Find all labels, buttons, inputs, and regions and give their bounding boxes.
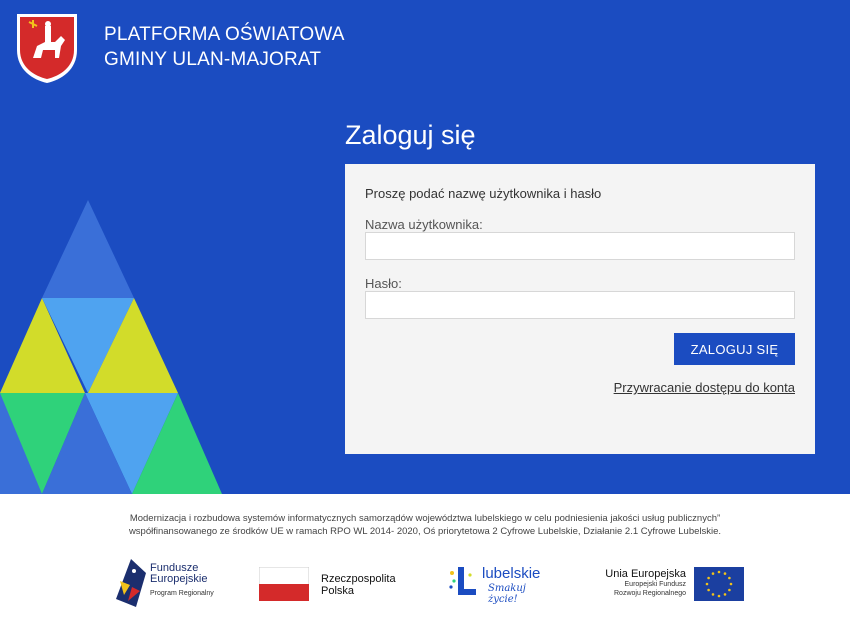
password-label: Hasło: <box>365 276 402 291</box>
funding-note: Modernizacja i rozbudowa systemów inform… <box>0 512 850 538</box>
ue-subtitle-line1: Europejski Fundusz <box>624 581 686 588</box>
platform-title-line1: PLATFORMA OŚWIATOWA <box>104 24 345 45</box>
username-label: Nazwa użytkownika: <box>365 217 483 232</box>
triangle-top <box>42 200 134 298</box>
lubelskie-logo: lubelskie Smakuj życie! <box>448 555 558 611</box>
funding-logos: Fundusze Europejskie Program Regionalny … <box>0 555 850 615</box>
funding-note-line2: współfinansowanego ze środków UE w ramac… <box>128 526 722 537</box>
rp-name-line1: Rzeczpospolita <box>321 573 396 585</box>
rzeczpospolita-polska-logo: Rzeczpospolita Polska <box>259 555 419 611</box>
platform-title-line2: GMINY ULAN-MAJORAT <box>104 49 322 70</box>
eu-flag-icon <box>694 567 744 601</box>
platform-title: PLATFORMA OŚWIATOWA GMINY ULAN-MAJORAT <box>104 22 345 72</box>
funding-note-line1: Modernizacja i rozbudowa systemów inform… <box>129 513 721 524</box>
rp-name-line2: Polska <box>321 585 355 597</box>
lubelskie-slogan: Smakuj życie! <box>488 583 526 605</box>
recover-access-link[interactable]: Przywracanie dostępu do konta <box>614 380 795 395</box>
login-prompt: Proszę podać nazwę użytkownika i hasło <box>365 186 602 201</box>
fe-subtitle: Program Regionalny <box>150 590 214 597</box>
coat-of-arms-icon <box>17 14 77 83</box>
fe-name-line2: Europejskie <box>150 573 208 585</box>
ue-subtitle-line2: Rozwoju Regionalnego <box>614 590 686 597</box>
login-form: Proszę podać nazwę użytkownika i hasło N… <box>345 164 815 454</box>
login-heading: Zaloguj się <box>345 120 476 150</box>
lubelskie-name: lubelskie <box>482 565 541 582</box>
hero-banner: PLATFORMA OŚWIATOWA GMINY ULAN-MAJORAT Z… <box>0 0 850 494</box>
ue-name: Unia Europejska <box>605 568 686 580</box>
username-input[interactable] <box>365 232 795 260</box>
fundusze-europejskie-logo: Fundusze Europejskie Program Regionalny <box>116 555 236 611</box>
password-input[interactable] <box>365 291 795 319</box>
polish-flag-icon <box>259 567 309 601</box>
lubelskie-icon <box>449 567 476 595</box>
fundusze-europejskie-icon <box>116 559 146 607</box>
login-button[interactable]: ZALOGUJ SIĘ <box>674 333 795 365</box>
unia-europejska-logo: Unia Europejska Europejski Fundusz Rozwo… <box>594 555 746 611</box>
